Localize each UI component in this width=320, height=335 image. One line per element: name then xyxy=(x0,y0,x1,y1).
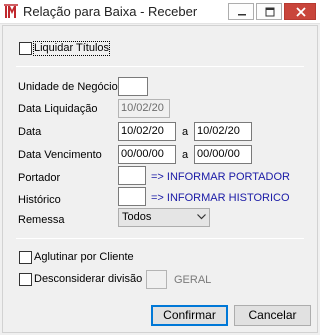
vencimento-from-input[interactable]: 00/00/00 xyxy=(118,145,176,164)
portador-input[interactable] xyxy=(118,166,146,185)
remessa-selected-value: Todos xyxy=(122,211,152,223)
data-to-input[interactable]: 10/02/20 xyxy=(194,122,252,141)
remessa-select[interactable]: Todos xyxy=(118,208,210,227)
separator-top xyxy=(16,66,304,67)
desconsiderar-divisao-label[interactable]: Desconsiderar divisão xyxy=(34,273,142,286)
vencimento-range-separator: a xyxy=(182,149,189,161)
portador-label: Portador xyxy=(18,172,61,184)
chevron-down-icon xyxy=(197,214,206,220)
maximize-icon xyxy=(265,7,275,17)
data-liquidacao-label: Data Liquidação xyxy=(18,103,98,115)
minimize-button[interactable] xyxy=(228,3,254,20)
close-button[interactable] xyxy=(284,3,316,20)
historico-hint: => INFORMAR HISTORICO xyxy=(151,192,290,204)
confirmar-button[interactable]: Confirmar xyxy=(151,305,228,326)
aglutinar-cliente-label[interactable]: Aglutinar por Cliente xyxy=(34,251,134,264)
title-bar: Relação para Baixa - Receber xyxy=(0,0,320,24)
liquidar-titulos-label[interactable]: Liquidar Títulos xyxy=(32,41,111,56)
app-logo-icon xyxy=(4,4,18,19)
vencimento-to-input[interactable]: 00/00/00 xyxy=(194,145,252,164)
data-liquidacao-input: 10/02/20 xyxy=(118,99,170,118)
separator-bottom xyxy=(16,238,304,239)
unidade-negocio-label: Unidade de Negócio xyxy=(18,81,118,93)
data-range-separator: a xyxy=(182,126,189,138)
cancelar-button[interactable]: Cancelar xyxy=(234,305,311,326)
divisao-input xyxy=(146,270,167,289)
remessa-label: Remessa xyxy=(18,214,65,226)
historico-label: Histórico xyxy=(18,194,61,206)
close-icon xyxy=(296,7,306,17)
unidade-negocio-input[interactable] xyxy=(118,77,148,96)
desconsiderar-divisao-checkbox[interactable] xyxy=(19,273,32,286)
confirmar-button-label: Confirmar xyxy=(163,308,216,322)
historico-input[interactable] xyxy=(118,187,146,206)
data-from-input[interactable]: 10/02/20 xyxy=(118,122,176,141)
data-label: Data xyxy=(18,126,42,138)
portador-hint: => INFORMAR PORTADOR xyxy=(151,171,290,183)
minimize-icon xyxy=(238,14,246,16)
liquidar-titulos-checkbox[interactable] xyxy=(19,42,32,55)
geral-label: GERAL xyxy=(174,274,212,286)
aglutinar-cliente-checkbox[interactable] xyxy=(19,251,32,264)
cancelar-button-label: Cancelar xyxy=(248,308,297,322)
data-vencimento-label: Data Vencimento xyxy=(18,149,102,161)
window-title: Relação para Baixa - Receber xyxy=(23,4,198,19)
maximize-button[interactable] xyxy=(256,3,282,20)
